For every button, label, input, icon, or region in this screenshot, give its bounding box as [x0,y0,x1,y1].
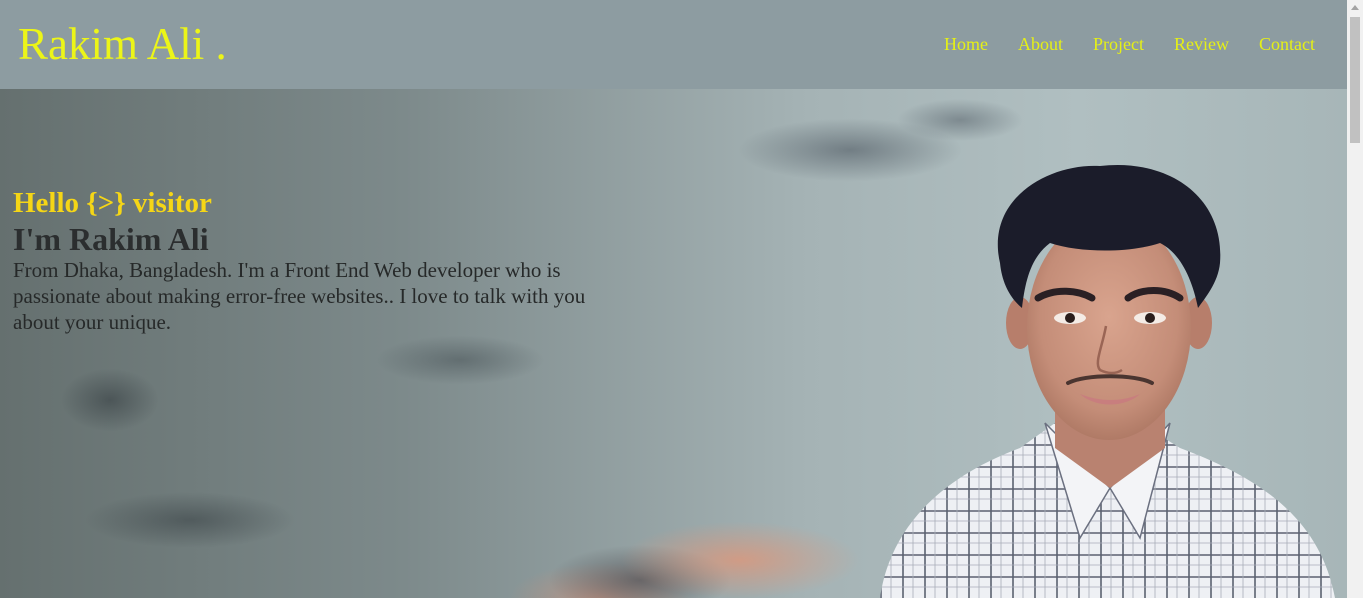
hero-greeting: Hello {>} visitor [13,187,212,219]
profile-portrait [880,164,1335,598]
hero-name: I'm Rakim Ali [13,221,209,257]
nav-contact[interactable]: Contact [1259,32,1315,56]
scrollbar-thumb[interactable] [1350,17,1360,143]
brand-logo[interactable]: Rakim Ali . [18,18,227,70]
nav-home[interactable]: Home [944,32,988,56]
nav-review[interactable]: Review [1174,32,1229,56]
page-scrollbar[interactable] [1347,0,1363,598]
nav-project[interactable]: Project [1093,32,1144,56]
scroll-up-arrow-icon[interactable] [1351,5,1359,10]
nav-about[interactable]: About [1018,32,1063,56]
main-nav: Home About Project Review Contact [944,32,1315,56]
hero-intro: Hello {>} visitor I'm Rakim Ali From Dha… [13,185,613,335]
hero-bio: From Dhaka, Bangladesh. I'm a Front End … [13,258,586,334]
site-header: Rakim Ali . Home About Project Review Co… [0,0,1347,89]
